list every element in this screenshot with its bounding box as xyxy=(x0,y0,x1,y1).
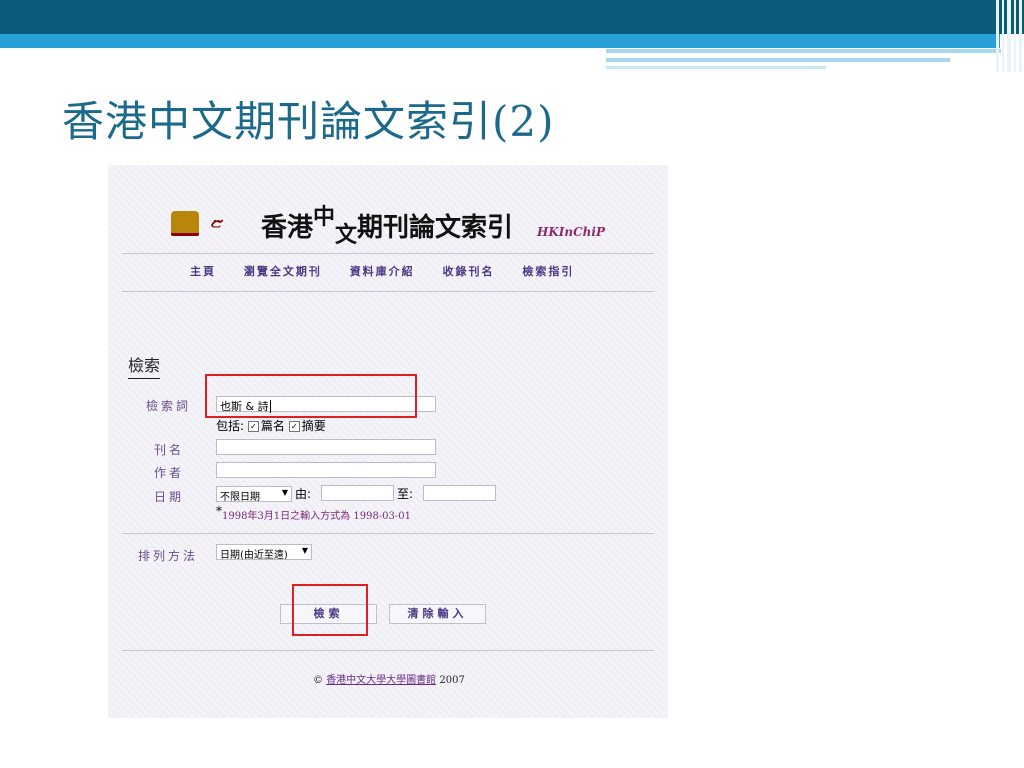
abstract-checkbox[interactable]: ✓ xyxy=(288,421,300,432)
header-accent-line xyxy=(606,58,950,62)
swirl-icon: ޏ xyxy=(211,209,224,234)
nav-journal-list[interactable]: 收錄刊名 xyxy=(443,265,495,278)
author-label: 作者 xyxy=(154,466,185,480)
header-dark-bar xyxy=(0,0,1024,34)
date-format-note: *1998年3月1日之輸入方式為 1998-03-01 xyxy=(216,504,412,522)
nav-browse-journals[interactable]: 瀏覽全文期刊 xyxy=(244,265,322,278)
nav-search-guide[interactable]: 檢索指引 xyxy=(522,265,574,278)
chevron-down-icon: ▼ xyxy=(301,546,308,555)
nav-database-intro[interactable]: 資料庫介紹 xyxy=(350,265,415,278)
chevron-down-icon: ▼ xyxy=(281,488,288,497)
top-nav: 主頁 瀏覽全文期刊 資料庫介紹 收錄刊名 檢索指引 xyxy=(190,263,596,279)
date-to-input[interactable] xyxy=(423,485,496,501)
author-input[interactable] xyxy=(216,462,436,478)
divider xyxy=(122,291,654,292)
header-accent-line xyxy=(606,49,1001,53)
search-section-title: 檢索 xyxy=(128,352,161,379)
journal-input[interactable] xyxy=(216,439,436,455)
footer: © 香港中文大學大學圖書館 2007 xyxy=(313,675,465,686)
abstract-option-label: 摘要 xyxy=(301,419,326,433)
header-stripes xyxy=(996,0,1024,72)
divider xyxy=(122,533,654,534)
date-range-select[interactable]: 不限日期 ▼ xyxy=(216,486,292,503)
date-label: 日期 xyxy=(154,490,185,504)
sort-label: 排列方法 xyxy=(138,549,199,563)
slide-title: 香港中文期刊論文索引(2) xyxy=(62,97,555,146)
library-link[interactable]: 香港中文大學大學圖書館 xyxy=(326,675,436,686)
clear-button[interactable]: 清除輸入 xyxy=(389,604,486,624)
include-label: 包括: xyxy=(216,419,245,433)
to-label: 至: xyxy=(397,487,414,501)
screenshot-panel: ޏ 香港中文期刊論文索引 HKInChiP 主頁 瀏覽全文期刊 資料庫介紹 收錄… xyxy=(108,165,668,718)
header-light-bar xyxy=(0,34,1000,48)
library-emblem-icon xyxy=(171,211,199,236)
divider xyxy=(122,253,654,254)
journal-label: 刊名 xyxy=(154,443,185,457)
site-title-english: HKInChiP xyxy=(537,225,605,239)
site-logo: ޏ 香港中文期刊論文索引 HKInChiP xyxy=(163,191,613,248)
title-checkbox[interactable]: ✓ xyxy=(247,421,259,432)
date-from-input[interactable] xyxy=(321,485,394,501)
from-label: 由: xyxy=(295,487,312,501)
title-option-label: 篇名 xyxy=(260,419,285,433)
header-accent-line xyxy=(606,66,826,69)
keyword-label: 檢索詞 xyxy=(146,399,192,413)
divider xyxy=(122,650,654,651)
nav-home[interactable]: 主頁 xyxy=(190,265,216,278)
include-options: 包括: ✓ 篇名 ✓ 摘要 xyxy=(216,417,326,434)
search-button-highlight-box xyxy=(292,584,368,636)
keyword-highlight-box xyxy=(205,374,417,418)
sort-select[interactable]: 日期(由近至遠) ▼ xyxy=(216,544,312,561)
site-title: 香港中文期刊論文索引 xyxy=(261,204,514,248)
